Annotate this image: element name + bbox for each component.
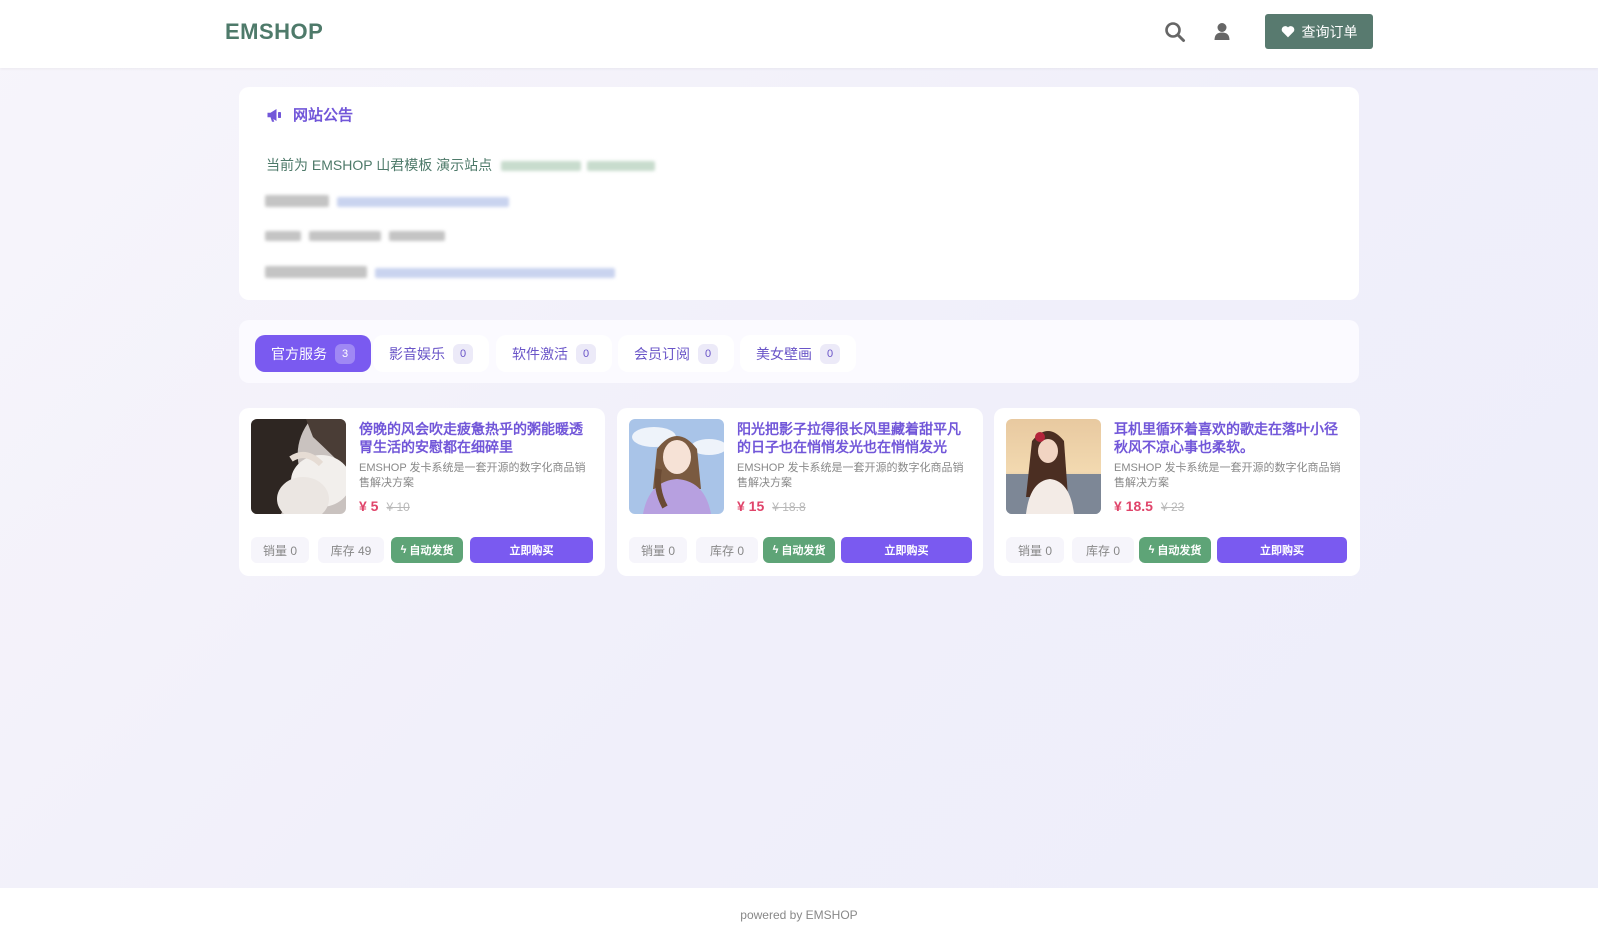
- product-price: ¥ 15 ¥ 18.8: [737, 498, 806, 514]
- megaphone-icon: [267, 108, 281, 122]
- announcement-title: 网站公告: [293, 107, 354, 124]
- tab-entertainment[interactable]: 影音娱乐 0: [373, 335, 489, 372]
- sales-count: 销量 0: [251, 537, 309, 563]
- auto-delivery-badge: ϟ 自动发货: [391, 537, 463, 563]
- tab-wallpapers[interactable]: 美女壁画 0: [740, 335, 856, 372]
- auto-delivery-label: 自动发货: [781, 545, 826, 557]
- current-price: ¥ 5: [359, 498, 379, 514]
- original-price: ¥ 18.8: [772, 500, 806, 514]
- original-price: ¥ 10: [386, 500, 410, 514]
- product-card[interactable]: 傍晚的风会吹走疲惫热乎的粥能暖透胃生活的安慰都在细碎里 EMSHOP 发卡系统是…: [239, 408, 605, 576]
- redacted-text: [587, 161, 655, 171]
- redacted-text: [265, 231, 301, 241]
- tab-count-badge: 0: [576, 343, 596, 364]
- announcement-card: 网站公告 当前为 EMSHOP 山君模板 演示站点: [239, 87, 1359, 300]
- tab-label: 会员订阅: [634, 345, 690, 362]
- redacted-text: [265, 266, 367, 278]
- product-title[interactable]: 阳光把影子拉得很长风里藏着甜平凡的日子也在悄悄发光也在悄悄发光: [737, 420, 973, 456]
- stock-count: 库存 0: [1072, 537, 1134, 563]
- current-price: ¥ 15: [737, 498, 765, 514]
- redacted-text: [309, 231, 381, 241]
- tab-label: 美女壁画: [756, 345, 812, 362]
- product-image[interactable]: [629, 419, 724, 514]
- product-description: EMSHOP 发卡系统是一套开源的数字化商品销售解决方案: [737, 462, 964, 489]
- tab-count-badge: 0: [698, 343, 718, 364]
- product-price: ¥ 18.5 ¥ 23: [1114, 498, 1184, 514]
- product-price: ¥ 5 ¥ 10: [359, 498, 410, 514]
- redacted-text: [501, 161, 581, 171]
- original-price: ¥ 23: [1160, 500, 1185, 514]
- top-header: EMSHOP 查询订单: [0, 0, 1598, 68]
- lightning-icon: ϟ: [772, 544, 779, 556]
- tab-software-activation[interactable]: 软件激活 0: [496, 335, 612, 372]
- product-title[interactable]: 耳机里循环着喜欢的歌走在落叶小径秋风不凉心事也柔软。: [1114, 420, 1350, 456]
- tab-count-badge: 0: [820, 343, 840, 364]
- page-footer: powered by EMSHOP: [0, 888, 1598, 942]
- search-icon[interactable]: [1163, 20, 1187, 44]
- footer-credit: powered by EMSHOP: [740, 908, 858, 922]
- buy-now-button[interactable]: 立即购买: [470, 537, 593, 563]
- query-order-label: 查询订单: [1301, 23, 1358, 40]
- product-card[interactable]: 耳机里循环着喜欢的歌走在落叶小径秋风不凉心事也柔软。 EMSHOP 发卡系统是一…: [994, 408, 1360, 576]
- site-logo[interactable]: EMSHOP: [225, 19, 323, 45]
- buy-now-button[interactable]: 立即购买: [841, 537, 972, 563]
- sales-count: 销量 0: [1006, 537, 1064, 563]
- user-icon[interactable]: [1210, 20, 1234, 44]
- stock-count: 库存 49: [318, 537, 384, 563]
- redacted-link: [337, 197, 509, 207]
- tab-membership[interactable]: 会员订阅 0: [618, 335, 734, 372]
- auto-delivery-badge: ϟ 自动发货: [1139, 537, 1211, 563]
- tab-official-services[interactable]: 官方服务 3: [255, 335, 371, 372]
- product-image[interactable]: [251, 419, 346, 514]
- auto-delivery-label: 自动发货: [409, 545, 454, 557]
- product-title[interactable]: 傍晚的风会吹走疲惫热乎的粥能暖透胃生活的安慰都在细碎里: [359, 420, 595, 456]
- lightning-icon: ϟ: [1148, 544, 1155, 556]
- tab-count-badge: 0: [453, 343, 473, 364]
- tab-label: 软件激活: [512, 345, 568, 362]
- current-price: ¥ 18.5: [1114, 498, 1153, 514]
- lightning-icon: ϟ: [400, 544, 407, 556]
- buy-now-button[interactable]: 立即购买: [1217, 537, 1347, 563]
- announcement-header: 网站公告: [266, 104, 353, 125]
- redacted-text: [265, 195, 329, 207]
- auto-delivery-badge: ϟ 自动发货: [763, 537, 835, 563]
- product-description: EMSHOP 发卡系统是一套开源的数字化商品销售解决方案: [359, 462, 586, 489]
- tab-label: 影音娱乐: [389, 345, 445, 362]
- sales-count: 销量 0: [629, 537, 687, 563]
- category-tabs: 官方服务 3 影音娱乐 0 软件激活 0 会员订阅 0 美女壁画 0: [239, 320, 1359, 383]
- redacted-text: [389, 231, 445, 241]
- auto-delivery-label: 自动发货: [1157, 545, 1202, 557]
- query-order-button[interactable]: 查询订单: [1265, 14, 1373, 49]
- heart-icon: [1281, 26, 1294, 38]
- tab-label: 官方服务: [271, 345, 327, 362]
- product-description: EMSHOP 发卡系统是一套开源的数字化商品销售解决方案: [1114, 462, 1341, 489]
- announcement-text: 当前为 EMSHOP 山君模板 演示站点: [266, 157, 493, 173]
- redacted-link: [375, 268, 615, 278]
- tab-count-badge: 3: [335, 343, 355, 364]
- product-image[interactable]: [1006, 419, 1101, 514]
- product-card[interactable]: 阳光把影子拉得很长风里藏着甜平凡的日子也在悄悄发光也在悄悄发光 EMSHOP 发…: [617, 408, 983, 576]
- stock-count: 库存 0: [696, 537, 758, 563]
